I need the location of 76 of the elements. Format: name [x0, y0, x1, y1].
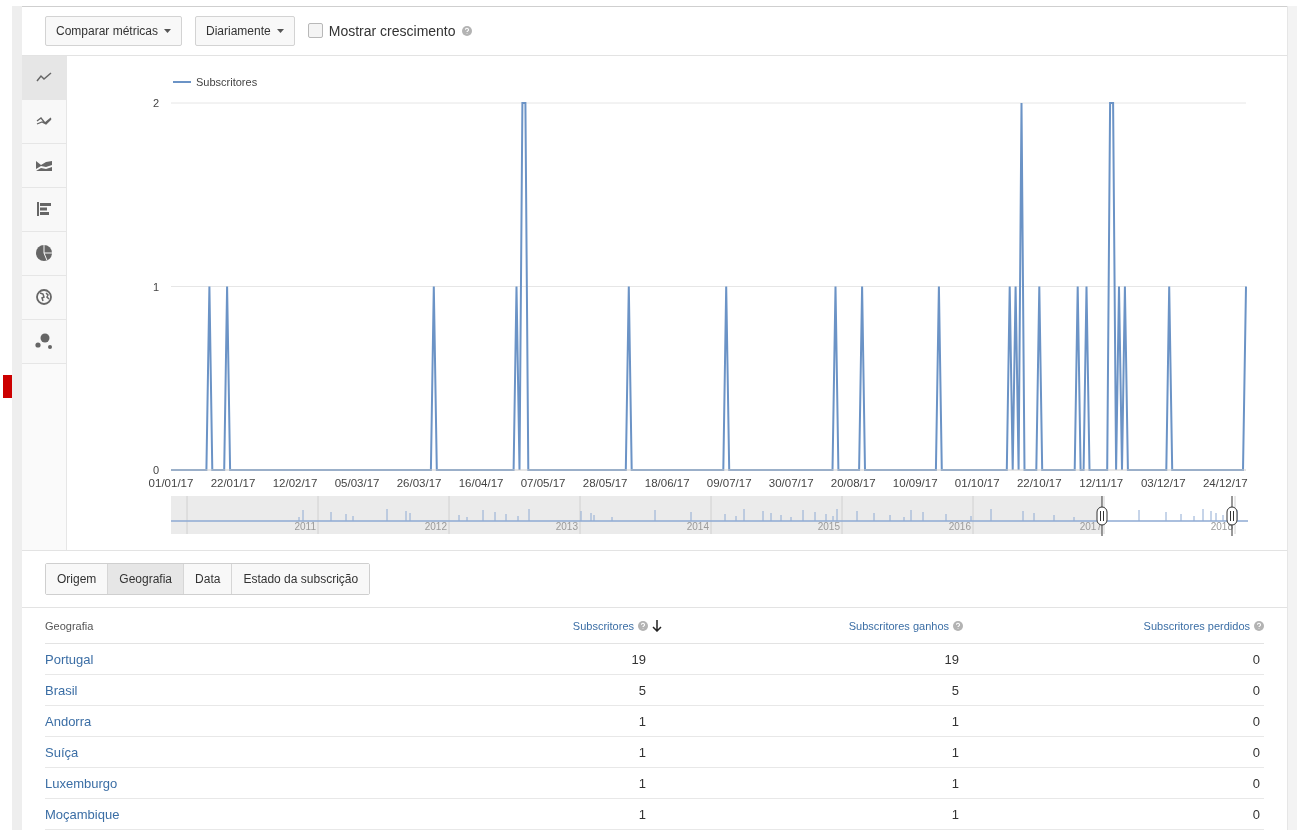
x-tick-label: 24/12/17 — [1202, 476, 1248, 489]
period-dropdown[interactable]: Diariamente — [195, 15, 295, 46]
pie-chart-icon — [36, 245, 52, 262]
table-number: 0 — [1252, 806, 1260, 822]
x-tick-label: 22/01/17 — [210, 476, 256, 489]
column-header[interactable]: Subscritores perdidos — [1143, 619, 1250, 632]
caret-icon — [276, 28, 284, 33]
area-chart-icon — [36, 159, 52, 172]
line-chart-icon — [36, 72, 52, 83]
column-header[interactable]: Subscritores — [572, 619, 634, 632]
x-tick-label: 16/04/17 — [458, 476, 504, 489]
table-number: 5 — [951, 682, 959, 698]
y-tick-label: 0 — [152, 463, 159, 476]
table-number: 1 — [638, 713, 646, 729]
x-tick-label: 10/09/17 — [892, 476, 938, 489]
column-header[interactable]: Subscritores ganhos — [848, 619, 949, 632]
table-number: 1 — [638, 806, 646, 822]
x-tick-label: 26/03/17 — [396, 476, 442, 489]
compare-lines-icon — [36, 116, 52, 127]
report-tab[interactable]: Data — [184, 564, 233, 594]
table-number: 1 — [951, 744, 959, 760]
table-number: 0 — [1252, 713, 1260, 729]
x-tick-label: 28/05/17 — [582, 476, 628, 489]
country-link[interactable]: Brasil — [45, 682, 78, 698]
report-tab[interactable]: Geografia — [108, 564, 185, 594]
table-number: 0 — [1252, 651, 1260, 667]
x-tick-label: 12/11/17 — [1079, 476, 1124, 489]
table-number: 0 — [1252, 682, 1260, 698]
country-link[interactable]: Portugal — [45, 651, 94, 667]
table-number: 19 — [944, 651, 959, 667]
x-tick-label: 20/08/17 — [830, 476, 876, 489]
bar-chart-icon — [37, 202, 51, 217]
year-label: 2011 — [294, 520, 316, 532]
globe-icon — [36, 289, 52, 306]
table-number: 5 — [638, 682, 646, 698]
y-tick-label: 2 — [152, 96, 159, 109]
x-tick-label: 01/10/17 — [954, 476, 1000, 489]
growth-checkbox[interactable] — [307, 23, 323, 39]
year-label: 2012 — [424, 520, 447, 532]
table-number: 1 — [951, 775, 959, 791]
x-tick-label: 01/01/17 — [148, 476, 194, 489]
x-tick-label: 09/07/17 — [706, 476, 752, 489]
bubble-chart-icon — [35, 333, 53, 350]
x-tick-label: 03/12/17 — [1140, 476, 1186, 489]
year-label: 2016 — [948, 520, 971, 532]
country-link[interactable]: Moçambique — [45, 806, 120, 822]
country-link[interactable]: Luxemburgo — [45, 775, 118, 791]
table-number: 1 — [638, 775, 646, 791]
legend-swatch — [172, 80, 192, 83]
table-number: 1 — [951, 806, 959, 822]
column-header: Geografia — [45, 619, 94, 632]
year-label: 2014 — [686, 520, 709, 532]
page-marker — [3, 375, 12, 398]
sort-down-icon — [652, 619, 662, 632]
table-number: 1 — [951, 713, 959, 729]
country-link[interactable]: Suíça — [45, 744, 79, 760]
table-number: 19 — [631, 651, 646, 667]
x-tick-label: 22/10/17 — [1016, 476, 1062, 489]
growth-label: Mostrar crescimento — [328, 22, 456, 39]
year-label: 2015 — [817, 520, 840, 532]
x-tick-label: 18/06/17 — [644, 476, 690, 489]
x-tick-label: 12/02/17 — [272, 476, 318, 489]
report-tab[interactable]: Estado da subscrição — [232, 564, 370, 594]
x-tick-label: 30/07/17 — [768, 476, 814, 489]
year-label: 2013 — [555, 520, 578, 532]
y-tick-label: 1 — [152, 280, 159, 293]
caret-icon — [164, 28, 172, 33]
table-number: 1 — [638, 744, 646, 760]
country-link[interactable]: Andorra — [45, 713, 92, 729]
table-number: 0 — [1252, 775, 1260, 791]
x-tick-label: 07/05/17 — [520, 476, 566, 489]
x-tick-label: 05/03/17 — [334, 476, 380, 489]
compare-metrics-dropdown[interactable]: Comparar métricas — [45, 15, 183, 46]
table-number: 0 — [1252, 744, 1260, 760]
legend-label: Subscritores — [196, 75, 258, 88]
report-tab[interactable]: Origem — [46, 564, 109, 594]
